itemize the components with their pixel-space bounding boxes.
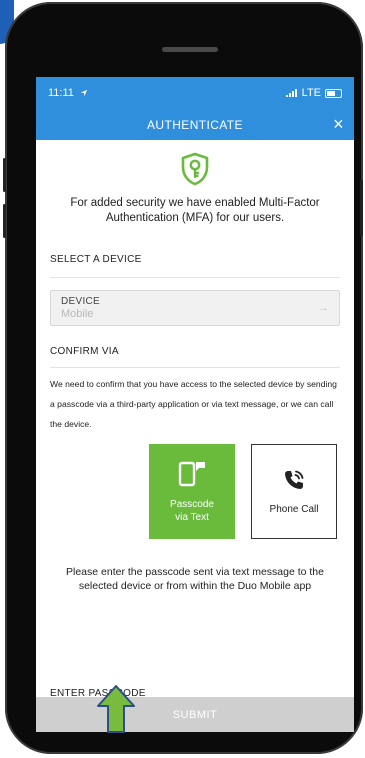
- battery-icon: [325, 88, 342, 98]
- close-icon[interactable]: ×: [333, 115, 344, 133]
- arrow-right-icon: →: [318, 302, 329, 314]
- app-screen: 11:11 LTE AUTHENTICATE × For added secur…: [36, 77, 354, 732]
- device-field-value: Mobile: [61, 308, 94, 320]
- phone-side-button: [360, 180, 363, 236]
- submit-button[interactable]: SUBMIT: [36, 697, 354, 732]
- phone-side-button: [3, 204, 6, 238]
- shield-container: [36, 140, 354, 186]
- confirm-via-heading: CONFIRM VIA: [50, 346, 119, 357]
- passcode-option-line2: via Text: [175, 511, 209, 523]
- intro-text: For added security we have enabled Multi…: [70, 197, 320, 224]
- passcode-via-text-option[interactable]: Passcode via Text: [149, 444, 235, 539]
- passcode-option-line1: Passcode: [170, 498, 214, 510]
- header-bar: AUTHENTICATE ×: [36, 109, 354, 140]
- phone-call-label: Phone Call: [269, 504, 319, 515]
- phone-message-icon: [178, 461, 205, 486]
- shield-key-icon: [181, 152, 209, 186]
- confirm-method-options: Passcode via Text Phone Call: [36, 444, 337, 539]
- page-title: AUTHENTICATE: [147, 117, 243, 132]
- status-bar: 11:11 LTE: [36, 77, 354, 109]
- phone-call-option[interactable]: Phone Call: [251, 444, 337, 539]
- confirm-description: We need to confirm that you have access …: [50, 379, 337, 429]
- phone-call-icon: [285, 470, 304, 489]
- signal-icon: [285, 89, 297, 97]
- network-label: LTE: [301, 87, 321, 99]
- location-arrow-icon: [80, 89, 88, 97]
- select-device-heading: SELECT A DEVICE: [50, 254, 142, 265]
- phone-side-button: [3, 158, 6, 192]
- arrow-up-icon: [97, 685, 135, 733]
- divider: [50, 277, 340, 278]
- device-field-label: DEVICE: [61, 296, 101, 307]
- status-indicators: LTE: [285, 87, 342, 99]
- passcode-note: Please enter the passcode sent via text …: [66, 566, 324, 592]
- auth-content: For added security we have enabled Multi…: [36, 140, 354, 593]
- divider: [50, 367, 340, 368]
- status-time: 11:11: [48, 87, 88, 99]
- speaker-grille: [162, 47, 218, 52]
- device-select-field[interactable]: DEVICE Mobile →: [50, 290, 340, 326]
